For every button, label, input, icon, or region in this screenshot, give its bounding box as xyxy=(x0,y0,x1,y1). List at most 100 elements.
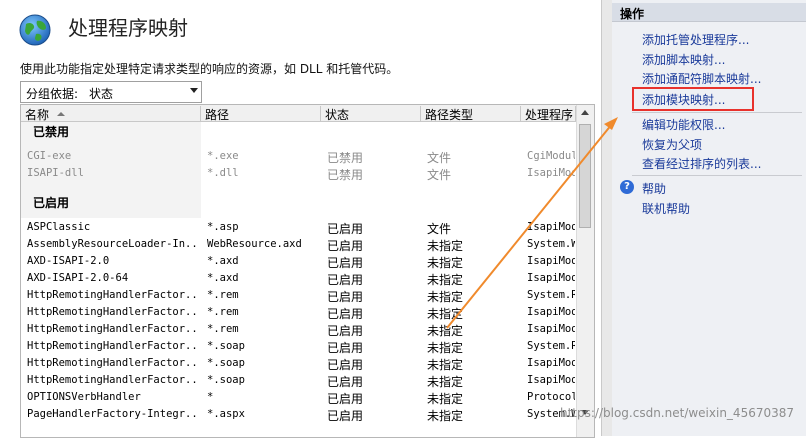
cell-path: * xyxy=(207,391,214,403)
cell-handler: IsapiModu xyxy=(527,272,575,284)
handler-mappings-table: 名称 路径 状态 路径类型 处理程序 已禁用 CGI-exe *.exe 已禁用 文件… xyxy=(20,104,595,438)
cell-name: CGI-exe xyxy=(27,150,72,162)
column-header-name[interactable]: 名称 xyxy=(21,106,201,122)
cell-state: 已启用 xyxy=(327,392,364,406)
table-row[interactable]: AXD-ISAPI-2.0-64 *.axd 已启用 未指定 IsapiModu xyxy=(21,270,576,287)
cell-handler: IsapiModu xyxy=(527,323,575,335)
action-add-managed-handler[interactable]: 添加托管处理程序... xyxy=(642,31,749,48)
table-row[interactable]: HttpRemotingHandlerFactor... *.rem 已启用 未指定 I… xyxy=(21,304,576,321)
table-header: 名称 路径 状态 路径类型 处理程序 xyxy=(21,105,576,122)
group-header-enabled[interactable]: 已启用 xyxy=(33,194,69,211)
cell-handler: IsapiModu xyxy=(527,306,575,318)
column-header-handler[interactable]: 处理程序 xyxy=(521,106,576,122)
cell-path-type: 文件 xyxy=(427,151,452,165)
cell-path-type: 未指定 xyxy=(427,324,464,338)
action-add-script-map[interactable]: 添加脚本映射... xyxy=(642,51,725,68)
page-description: 使用此功能指定处理特定请求类型的响应的资源，如 DLL 和托管代码。 xyxy=(20,62,399,76)
action-edit-feature-permissions[interactable]: 编辑功能权限... xyxy=(642,116,725,133)
cell-handler: IsapiModule xyxy=(527,167,575,179)
table-row[interactable]: AssemblyResourceLoader-In... WebResource.… xyxy=(21,236,576,253)
cell-state: 已禁用 xyxy=(327,168,364,182)
action-revert-to-parent[interactable]: 恢复为父项 xyxy=(642,136,702,153)
cell-handler: IsapiModu xyxy=(527,255,575,267)
cell-state: 已启用 xyxy=(327,290,364,304)
cell-path: *.soap xyxy=(207,357,245,369)
cell-handler: IsapiModu xyxy=(527,221,575,233)
column-header-path-type[interactable]: 路径类型 xyxy=(421,106,521,122)
cell-name: AXD-ISAPI-2.0 xyxy=(27,255,110,267)
cell-path: *.exe xyxy=(207,150,239,162)
cell-path-type: 未指定 xyxy=(427,290,464,304)
table-row[interactable]: OPTIONSVerbHandler * 已启用 未指定 ProtocolS xyxy=(21,389,576,406)
cell-path-type: 文件 xyxy=(427,168,452,182)
scroll-up-arrow-icon[interactable] xyxy=(581,110,589,115)
actions-pane: 操作 添加托管处理程序... 添加脚本映射... 添加通配符脚本映射... 添加… xyxy=(612,0,806,436)
cell-path-type: 文件 xyxy=(427,222,452,236)
group-header-disabled[interactable]: 已禁用 xyxy=(33,123,69,140)
cell-name: ISAPI-dll xyxy=(27,167,84,179)
table-row[interactable]: HttpRemotingHandlerFactor... *.soap 已启用 未指定… xyxy=(21,338,576,355)
table-row[interactable]: CGI-exe *.exe 已禁用 文件 CgiModule xyxy=(21,148,576,165)
cell-path: *.rem xyxy=(207,323,239,335)
table-row[interactable]: PageHandlerFactory-Integr... *.aspx 已启用 未指定… xyxy=(21,406,576,423)
cell-name: HttpRemotingHandlerFactor... xyxy=(27,374,199,386)
cell-path: *.soap xyxy=(207,374,245,386)
cell-state: 已启用 xyxy=(327,222,364,236)
cell-handler: System.We xyxy=(527,238,575,250)
highlight-box xyxy=(632,87,754,111)
group-by-value: 状态 xyxy=(89,87,114,101)
action-help[interactable]: 帮助 xyxy=(642,180,666,197)
vertical-scrollbar[interactable] xyxy=(576,105,594,437)
cell-name: HttpRemotingHandlerFactor... xyxy=(27,289,199,301)
cell-state: 已启用 xyxy=(327,358,364,372)
cell-name: PageHandlerFactory-Integr... xyxy=(27,408,199,420)
action-add-wildcard-script-map[interactable]: 添加通配符脚本映射... xyxy=(642,70,761,87)
cell-state: 已启用 xyxy=(327,324,364,338)
cell-path: *.axd xyxy=(207,255,239,267)
page-title: 处理程序映射 xyxy=(68,16,188,40)
cell-path-type: 未指定 xyxy=(427,273,464,287)
table-row[interactable]: HttpRemotingHandlerFactor... *.rem 已启用 未指定 S… xyxy=(21,287,576,304)
cell-path: *.aspx xyxy=(207,408,245,420)
chevron-down-icon[interactable] xyxy=(190,88,198,93)
table-row[interactable]: HttpRemotingHandlerFactor... *.rem 已启用 未指定 I… xyxy=(21,321,576,338)
cell-name: AXD-ISAPI-2.0-64 xyxy=(27,272,129,284)
cell-path: *.soap xyxy=(207,340,245,352)
column-header-state[interactable]: 状态 xyxy=(321,106,421,122)
cell-state: 已启用 xyxy=(327,341,364,355)
sort-ascending-icon xyxy=(57,112,65,116)
group-by-select[interactable]: 分组依据: 状态 xyxy=(20,81,202,103)
action-online-help[interactable]: 联机帮助 xyxy=(642,200,690,217)
globe-icon xyxy=(19,14,51,46)
cell-path: *.axd xyxy=(207,272,239,284)
cell-state: 已启用 xyxy=(327,239,364,253)
cell-state: 已禁用 xyxy=(327,151,364,165)
scroll-thumb[interactable] xyxy=(579,124,591,228)
cell-name: OPTIONSVerbHandler xyxy=(27,391,141,403)
action-view-ordered-list[interactable]: 查看经过排序的列表... xyxy=(642,155,761,172)
table-row[interactable]: AXD-ISAPI-2.0 *.axd 已启用 未指定 IsapiModu xyxy=(21,253,576,270)
actions-header: 操作 xyxy=(612,3,806,22)
cell-state: 已启用 xyxy=(327,409,364,423)
cell-handler: System.Ru xyxy=(527,289,575,301)
cell-path: WebResource.axd xyxy=(207,238,302,250)
cell-name: HttpRemotingHandlerFactor... xyxy=(27,340,199,352)
cell-state: 已启用 xyxy=(327,375,364,389)
column-header-path[interactable]: 路径 xyxy=(201,106,321,122)
cell-path-type: 未指定 xyxy=(427,341,464,355)
table-row[interactable]: HttpRemotingHandlerFactor... *.soap 已启用 未指定… xyxy=(21,372,576,389)
help-icon[interactable]: ? xyxy=(620,180,634,194)
cell-path: *.asp xyxy=(207,221,239,233)
cell-state: 已启用 xyxy=(327,256,364,270)
table-row[interactable]: ASPClassic *.asp 已启用 文件 IsapiModu xyxy=(21,219,576,236)
cell-name: AssemblyResourceLoader-In... xyxy=(27,238,199,250)
cell-name: HttpRemotingHandlerFactor... xyxy=(27,306,199,318)
cell-name: HttpRemotingHandlerFactor... xyxy=(27,323,199,335)
table-row[interactable]: ISAPI-dll *.dll 已禁用 文件 IsapiModule xyxy=(21,165,576,182)
table-row[interactable]: HttpRemotingHandlerFactor... *.soap 已启用 未指定… xyxy=(21,355,576,372)
actions-title: 操作 xyxy=(620,7,645,21)
main-pane: 处理程序映射 使用此功能指定处理特定请求类型的响应的资源，如 DLL 和托管代码… xyxy=(0,0,601,438)
cell-path-type: 未指定 xyxy=(427,307,464,321)
cell-path: *.rem xyxy=(207,306,239,318)
cell-handler: IsapiModu xyxy=(527,374,575,386)
